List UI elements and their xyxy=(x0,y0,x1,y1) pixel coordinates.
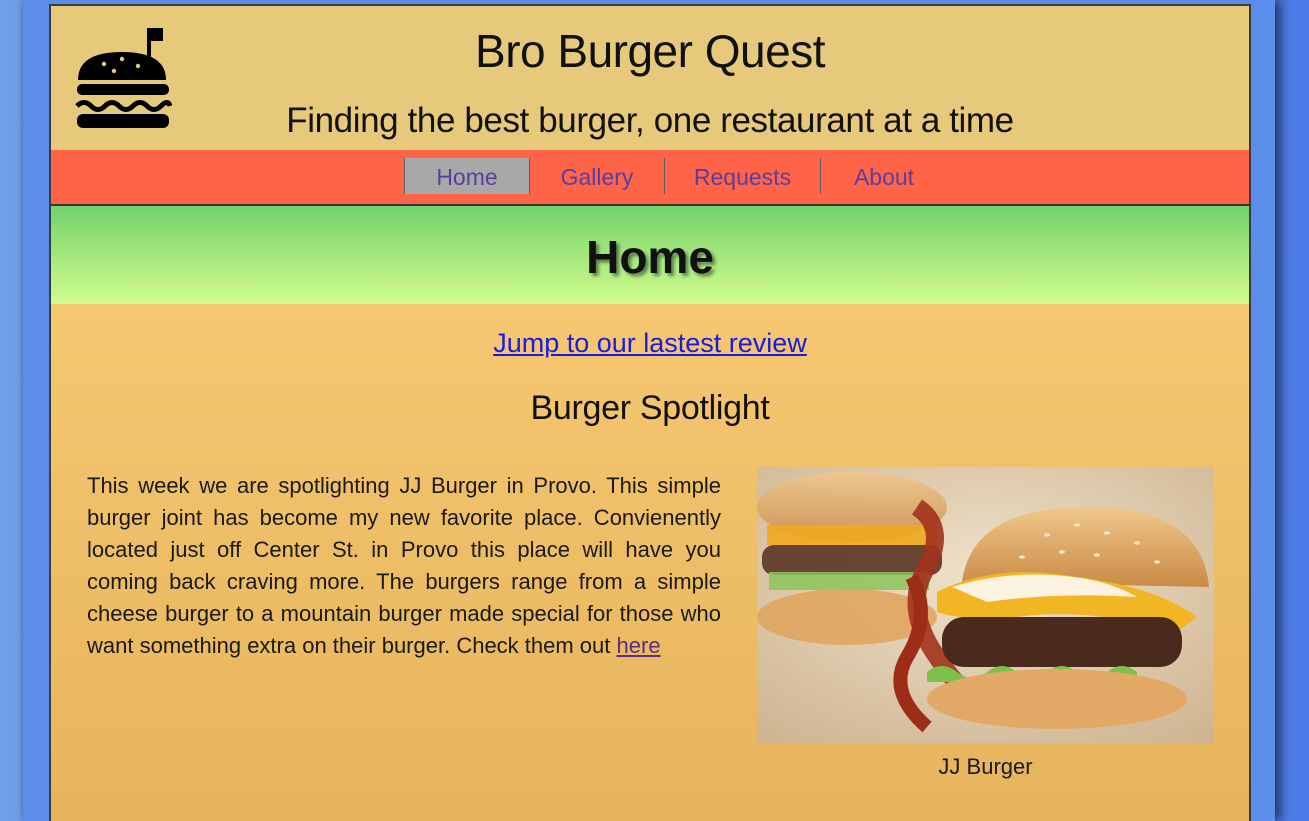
page-title: Home xyxy=(586,231,714,283)
spotlight-text: This week we are spotlighting JJ Burger … xyxy=(87,473,721,658)
nav-item-gallery[interactable]: Gallery xyxy=(530,158,664,194)
site-title: Bro Burger Quest xyxy=(475,25,825,77)
jump-to-latest-review-link[interactable]: Jump to our lastest review xyxy=(493,328,807,358)
hero-banner: Home xyxy=(51,206,1249,304)
jump-to-latest-review-link-row: Jump to our lastest review xyxy=(51,328,1249,359)
page-frame: Bro Burger Quest Finding the best burger… xyxy=(23,0,1275,821)
burger-photo-illustration xyxy=(757,467,1214,743)
nav-item-home[interactable]: Home xyxy=(405,158,529,194)
page-container: Bro Burger Quest Finding the best burger… xyxy=(49,4,1251,821)
site-header: Bro Burger Quest Finding the best burger… xyxy=(51,4,1249,152)
nav-item-about[interactable]: About xyxy=(821,158,947,194)
burger-photo xyxy=(757,467,1214,743)
photo-caption: JJ Burger xyxy=(938,754,1033,779)
site-tagline: Finding the best burger, one restaurant … xyxy=(286,101,1014,140)
main-nav: Home Gallery Requests About xyxy=(51,150,1249,206)
spotlight-paragraph: This week we are spotlighting JJ Burger … xyxy=(87,470,721,662)
spotlight-heading: Burger Spotlight xyxy=(530,389,770,427)
spotlight-here-link[interactable]: here xyxy=(617,633,661,658)
nav-item-requests[interactable]: Requests xyxy=(665,158,820,194)
